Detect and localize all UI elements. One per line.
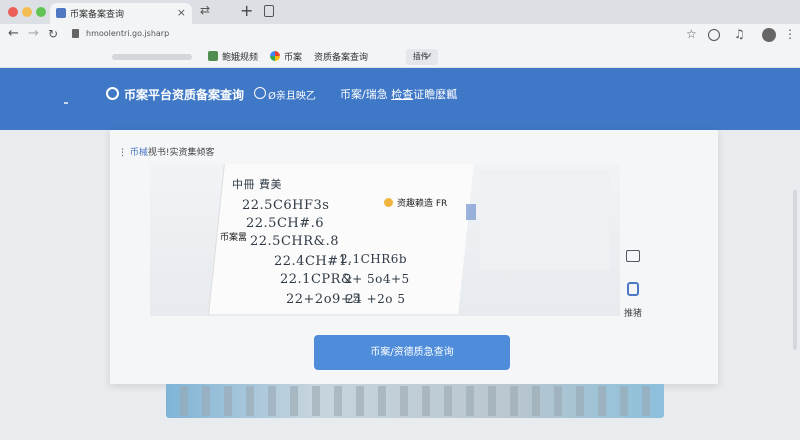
browser-toolbar: ← → ↻ hmoolentri.go.jsharp ☆ ♫ ⋮ bbox=[0, 24, 800, 46]
header-mark bbox=[64, 102, 68, 104]
window-close-dot[interactable] bbox=[8, 7, 18, 17]
side-tool-label[interactable]: 推猪 bbox=[624, 306, 642, 319]
photo-overlay-label: 资趣赖造 FR bbox=[384, 196, 447, 209]
breadcrumb: ⋮ 币械视书!实资集倾客 bbox=[118, 145, 215, 158]
lock-icon[interactable] bbox=[72, 29, 79, 38]
tab-close-icon[interactable]: × bbox=[177, 6, 186, 19]
profile-avatar[interactable] bbox=[762, 28, 776, 42]
bookmark-label: 鲍娥规频 bbox=[222, 53, 259, 63]
warning-dot-icon bbox=[384, 198, 393, 207]
page-header: 币案平台资质备案查询 Ø亲且映乙 币案/瑞急 检查证瞻麽瓤 bbox=[0, 68, 800, 130]
tab-strip: 币案备案查询 × ⇄ + bbox=[0, 0, 800, 24]
handwriting-line: 22.5C6HF3s bbox=[242, 198, 330, 213]
header-link-pre[interactable]: 币案/瑞急 bbox=[340, 88, 391, 101]
tab-favicon-icon bbox=[56, 8, 66, 18]
query-button[interactable]: 币案/资德质急查询 bbox=[314, 335, 510, 370]
browser-menu-icon[interactable]: ⋮ bbox=[784, 27, 796, 41]
check-icon[interactable]: ✓ bbox=[424, 50, 433, 63]
chart-bar-icon bbox=[466, 204, 476, 220]
handwriting-line: 22.5CH#.6 bbox=[246, 216, 325, 231]
bookmark-label: 资质备案查询 bbox=[314, 53, 369, 63]
back-arrow-icon[interactable]: ← bbox=[8, 26, 19, 41]
star-icon[interactable]: ☆ bbox=[686, 27, 697, 41]
active-tab[interactable]: 币案备案查询 × bbox=[50, 3, 192, 24]
handwriting-line: 2+ 5o4+5 bbox=[344, 272, 410, 286]
page-scrollbar[interactable] bbox=[793, 190, 797, 350]
blurred-widget bbox=[480, 170, 610, 270]
new-tab-button[interactable]: + bbox=[240, 1, 253, 20]
bookmark-label: 币案 bbox=[284, 53, 303, 63]
bookmarks-bar: 鲍娥规频 币案 资质备案查询 插件· ✓ bbox=[0, 46, 800, 68]
page-title: 币案平台资质备案查询 bbox=[124, 88, 245, 102]
forward-arrow-icon[interactable]: → bbox=[28, 26, 39, 41]
bookmark-item[interactable]: 鲍娥规频 bbox=[208, 50, 258, 63]
clipboard-tool-icon[interactable] bbox=[627, 282, 639, 296]
breadcrumb-link[interactable]: 币械 bbox=[130, 148, 148, 158]
tab-title: 币案备案查询 bbox=[70, 10, 125, 20]
badge-icon bbox=[254, 87, 266, 99]
breadcrumb-prefix: ⋮ bbox=[118, 148, 130, 158]
bookmark-app-icon bbox=[208, 51, 218, 61]
bell-icon[interactable]: ♫ bbox=[734, 27, 745, 41]
header-link-check[interactable]: 检查 bbox=[391, 88, 413, 101]
handwriting-line: 24 +2o 5 bbox=[346, 292, 406, 306]
header-nav-links[interactable]: 币案/瑞急 检查证瞻麽瓤 bbox=[340, 86, 457, 102]
header-link-post[interactable]: 证瞻麽瓤 bbox=[413, 88, 457, 101]
bookmark-item[interactable]: 资质备案查询 bbox=[314, 50, 368, 63]
bookmark-item[interactable]: 币案 bbox=[270, 50, 302, 63]
bookmark-colorful-icon bbox=[270, 51, 280, 61]
photo-side-label: 币案暠 bbox=[220, 233, 248, 243]
handwriting-line: 22.1CPR& bbox=[280, 272, 353, 287]
handwriting-line: 2.1CHR6b bbox=[340, 252, 408, 266]
breadcrumb-rest: 视书!实资集倾客 bbox=[147, 148, 215, 158]
handwriting-line: 22.5CHR&.8 bbox=[250, 234, 339, 249]
header-badge-text: Ø亲且映乙 bbox=[268, 91, 316, 102]
address-bar[interactable]: hmoolentri.go.jsharp bbox=[86, 29, 169, 38]
photo-overlay-text: 资趣赖造 FR bbox=[397, 199, 448, 209]
reload-icon[interactable]: ↻ bbox=[48, 27, 58, 41]
user-icon[interactable] bbox=[106, 87, 119, 100]
handwriting-line: 中冊 費美 bbox=[232, 178, 282, 191]
tab-extra-icon[interactable]: ⇄ bbox=[200, 3, 210, 17]
image-tool-icon[interactable] bbox=[626, 250, 640, 262]
bookmark-blurred bbox=[112, 54, 192, 60]
window-maximize-dot[interactable] bbox=[36, 7, 46, 17]
extension-icon[interactable] bbox=[708, 29, 720, 41]
tab-list-icon[interactable] bbox=[264, 5, 274, 17]
window-minimize-dot[interactable] bbox=[22, 7, 32, 17]
bottom-image-pattern bbox=[180, 386, 650, 416]
